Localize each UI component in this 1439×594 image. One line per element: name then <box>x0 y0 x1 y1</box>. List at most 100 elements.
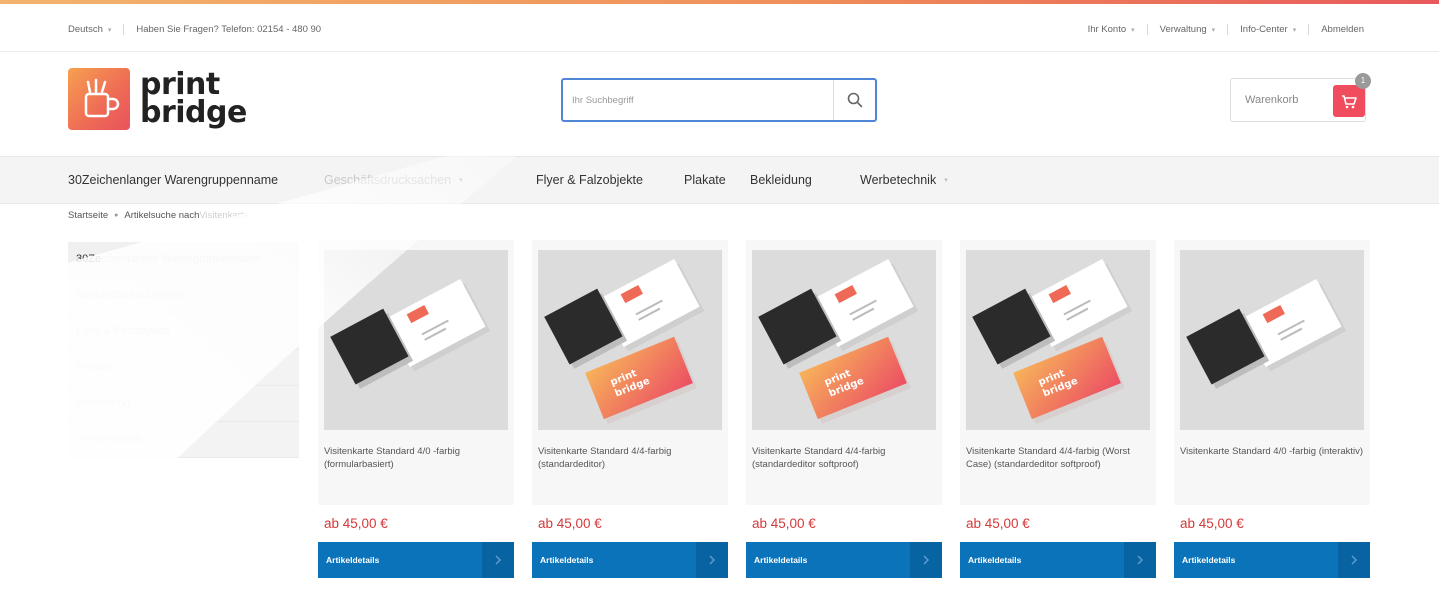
site-header: print bridge Warenkorb 1 <box>0 52 1439 156</box>
language-selector[interactable]: Deutsch ▾ <box>68 24 111 35</box>
product-details-button[interactable]: Artikeldetails <box>532 542 728 578</box>
chevron-down-icon: ▾ <box>107 26 112 34</box>
logo-line-2: bridge <box>140 95 247 130</box>
product-image[interactable]: print bridge <box>538 250 722 430</box>
sidebar-item-bekleidung[interactable]: Bekleidung <box>68 386 299 422</box>
product-title[interactable]: Visitenkarte Standard 4/0 -farbig (formu… <box>324 445 508 471</box>
category-sidebar: 30Zeichenlanger Warengruppenname Geschäf… <box>68 242 299 458</box>
product-price: ab 45,00 € <box>1180 516 1244 531</box>
product-image[interactable] <box>324 250 508 430</box>
search-button[interactable] <box>833 80 875 120</box>
main-nav: 30Zeichenlanger Warengruppenname Geschäf… <box>0 156 1439 204</box>
chevron-right-icon <box>696 542 728 578</box>
sidebar-item-label: Flyer & Falzobjekte <box>76 325 171 337</box>
search-input[interactable] <box>563 80 833 120</box>
divider <box>1146 24 1148 35</box>
chevron-down-icon: ▾ <box>1131 26 1135 34</box>
nav-item-label: Bekleidung <box>750 173 812 187</box>
account-label: Ihr Konto <box>1087 24 1127 35</box>
sidebar-item-geschaeftsdrucksachen[interactable]: Geschäftsdrucksachen <box>68 278 299 314</box>
logo[interactable]: print bridge <box>68 68 247 130</box>
sidebar-item-plakate[interactable]: Plakate <box>68 350 299 386</box>
product-details-label: Artikeldetails <box>1182 555 1236 565</box>
nav-item-plakate[interactable]: Plakate <box>684 173 726 187</box>
chevron-down-icon: ▾ <box>944 177 948 184</box>
mug-icon <box>68 68 130 130</box>
divider <box>123 24 125 35</box>
cart-label: Warenkorb <box>1245 94 1299 106</box>
breadcrumb-search-term: Visitenkarte <box>199 210 249 221</box>
cart-icon <box>1333 85 1365 117</box>
product-title[interactable]: Visitenkarte Standard 4/4-farbig (standa… <box>538 445 722 471</box>
nav-item-geschaeftsdrucksachen[interactable]: Geschäftsdrucksachen ▾ <box>324 173 463 187</box>
logout-label: Abmelden <box>1321 24 1364 35</box>
business-card-illustration <box>1186 278 1347 389</box>
nav-item-warengruppe[interactable]: 30Zeichenlanger Warengruppenname <box>68 173 278 187</box>
sidebar-item-werbetechnik[interactable]: Werbetechnik <box>68 422 299 458</box>
sidebar-item-label: Werbetechnik <box>76 433 144 445</box>
product-details-button[interactable]: Artikeldetails <box>318 542 514 578</box>
nav-item-label: Plakate <box>684 173 726 187</box>
admin-label: Verwaltung <box>1159 24 1207 35</box>
sidebar-item-label: Plakate <box>76 361 113 373</box>
product-details-button[interactable]: Artikeldetails <box>1174 542 1370 578</box>
sidebar-item-label-faded: ichenlanger Warengruppenname <box>101 253 261 265</box>
product-details-label: Artikeldetails <box>326 555 380 565</box>
admin-menu[interactable]: Verwaltung ▾ <box>1160 24 1216 35</box>
chevron-right-icon <box>482 542 514 578</box>
product-title[interactable]: Visitenkarte Standard 4/4-farbig (Worst … <box>966 445 1150 471</box>
product-image[interactable]: print bridge <box>752 250 936 430</box>
nav-item-label: Werbetechnik <box>860 173 937 187</box>
contact-text: Haben Sie Fragen? Telefon: 02154 - 480 9… <box>136 24 322 35</box>
product-image[interactable]: print bridge <box>966 250 1150 430</box>
chevron-right-icon <box>1124 542 1156 578</box>
product-card: Visitenkarte Standard 4/0 -farbig (formu… <box>318 240 514 582</box>
info-center-menu[interactable]: Info-Center ▾ <box>1240 24 1296 35</box>
business-card-illustration <box>330 278 491 389</box>
info-center-label: Info-Center <box>1240 24 1288 35</box>
language-label: Deutsch <box>68 24 103 35</box>
sidebar-item-warengruppe[interactable]: 30Zeichenlanger Warengruppenname <box>68 242 299 278</box>
product-image[interactable] <box>1180 250 1364 430</box>
nav-item-label: 30Zeichenlanger Warengruppenname <box>68 173 279 187</box>
chevron-right-icon <box>910 542 942 578</box>
product-card: Visitenkarte Standard 4/0 -farbig (inter… <box>1174 240 1370 582</box>
search-icon <box>847 92 862 108</box>
account-menu[interactable]: Ihr Konto ▾ <box>1088 24 1135 35</box>
product-card: print bridge Visitenkarte Standard 4/4-fa… <box>532 240 728 582</box>
chevron-down-icon: ▾ <box>1292 26 1297 34</box>
nav-item-label: Geschäftsdrucksachen <box>324 173 452 187</box>
product-price: ab 45,00 € <box>752 516 816 531</box>
product-title[interactable]: Visitenkarte Standard 4/0 -farbig (inter… <box>1180 445 1364 458</box>
product-details-button[interactable]: Artikeldetails <box>746 542 942 578</box>
business-card-illustration: printbridge <box>758 258 919 424</box>
sidebar-item-label: Bekleidung <box>76 397 131 409</box>
divider <box>1308 24 1310 35</box>
breadcrumb: Startseite ● Artikelsuche nach Visitenka… <box>68 210 249 221</box>
product-price: ab 45,00 € <box>538 516 602 531</box>
chevron-down-icon: ▾ <box>459 177 463 184</box>
chevron-right-icon <box>1338 542 1370 578</box>
sidebar-item-flyer[interactable]: Flyer & Falzobjekte <box>68 314 299 350</box>
divider <box>1227 24 1229 35</box>
product-price: ab 45,00 € <box>324 516 388 531</box>
product-title[interactable]: Visitenkarte Standard 4/4-farbig (standa… <box>752 445 936 471</box>
utility-bar: Deutsch ▾ Haben Sie Fragen? Telefon: 021… <box>0 4 1439 52</box>
cart-button[interactable]: Warenkorb 1 <box>1230 73 1371 122</box>
nav-item-bekleidung[interactable]: Bekleidung <box>750 173 812 187</box>
logout-link[interactable]: Abmelden <box>1321 24 1364 35</box>
logo-wordmark: print bridge <box>140 70 247 130</box>
cart-count-badge: 1 <box>1355 73 1371 89</box>
business-card-illustration: printbridge <box>544 258 705 424</box>
sidebar-item-label: Geschäftsdrucksachen <box>76 289 188 301</box>
breadcrumb-home[interactable]: Startseite <box>68 210 108 221</box>
nav-item-flyer[interactable]: Flyer & Falzobjekte <box>536 173 643 187</box>
product-details-button[interactable]: Artikeldetails <box>960 542 1156 578</box>
product-details-label: Artikeldetails <box>968 555 1022 565</box>
product-details-label: Artikeldetails <box>540 555 594 565</box>
nav-item-label: Flyer & Falzobjekte <box>536 173 643 187</box>
nav-item-werbetechnik[interactable]: Werbetechnik ▾ <box>860 173 948 187</box>
product-card: print bridge Visitenkarte Standard 4/4-fa… <box>960 240 1156 582</box>
breadcrumb-separator: ● <box>114 212 119 219</box>
product-details-label: Artikeldetails <box>754 555 808 565</box>
